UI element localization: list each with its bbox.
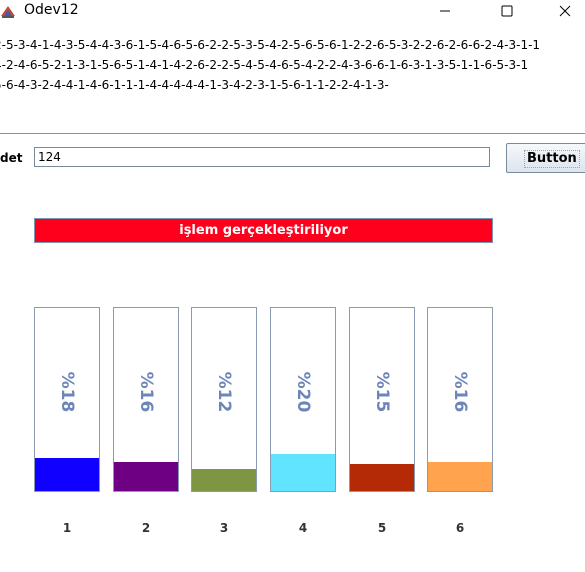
progress-bar-fill: [192, 469, 256, 491]
progress-bar-percent: %16: [450, 371, 470, 413]
sequence-line: 4-2-4-6-5-2-1-3-1-5-6-5-1-4-1-4-2-6-2-2-…: [0, 58, 529, 72]
progress-bar-percent: %15: [372, 371, 392, 413]
bar-label: 5: [377, 521, 387, 535]
progress-bar-fill: [350, 463, 414, 491]
progress-bar-fill: [428, 461, 492, 491]
progress-bar-percent: %16: [136, 371, 156, 413]
progress-bar-fill: [271, 454, 335, 491]
progress-bar-4: %20: [270, 307, 336, 492]
adet-label: det: [0, 151, 23, 165]
progress-bar-percent: %18: [57, 371, 77, 413]
bar-label: 2: [141, 521, 151, 535]
progress-bar-2: %16: [113, 307, 179, 492]
start-button-label: Button: [524, 150, 580, 168]
progress-bar-5: %15: [349, 307, 415, 492]
sequence-line: 5-6-4-3-2-4-4-1-4-6-1-1-1-4-4-4-4-4-1-3-…: [0, 78, 389, 92]
minimize-icon: [440, 10, 450, 12]
progress-bar-percent: %12: [214, 371, 234, 413]
bar-label: 3: [219, 521, 229, 535]
bar-label: 1: [62, 521, 72, 535]
window-title: Odev12: [24, 2, 79, 18]
maximize-button[interactable]: [487, 0, 527, 22]
bar-label: 4: [298, 521, 308, 535]
close-button[interactable]: [545, 0, 585, 22]
progress-bar-percent: %20: [293, 371, 313, 413]
status-progress-bar: işlem gerçekleştiriliyor: [34, 218, 493, 243]
minimize-button[interactable]: [425, 0, 465, 22]
progress-bar-3: %12: [191, 307, 257, 492]
sequence-line: 2-5-3-4-1-4-3-5-4-4-3-6-1-5-4-6-5-6-2-2-…: [0, 38, 541, 52]
close-icon: [559, 5, 571, 17]
progress-bar-6: %16: [427, 307, 493, 492]
maximize-icon: [501, 5, 513, 17]
java-app-icon[interactable]: [0, 3, 16, 19]
progress-bar-fill: [35, 458, 99, 491]
sequence-text-area[interactable]: 2-5-3-4-1-4-3-5-4-4-3-6-1-5-4-6-5-6-2-2-…: [0, 34, 585, 98]
progress-bar-1: %18: [34, 307, 100, 492]
progress-bar-fill: [114, 461, 178, 491]
adet-input[interactable]: 124: [34, 147, 490, 167]
divider: [0, 133, 585, 134]
bar-label: 6: [455, 521, 465, 535]
title-bar: Odev12: [0, 0, 585, 22]
start-button[interactable]: Button: [506, 143, 585, 173]
